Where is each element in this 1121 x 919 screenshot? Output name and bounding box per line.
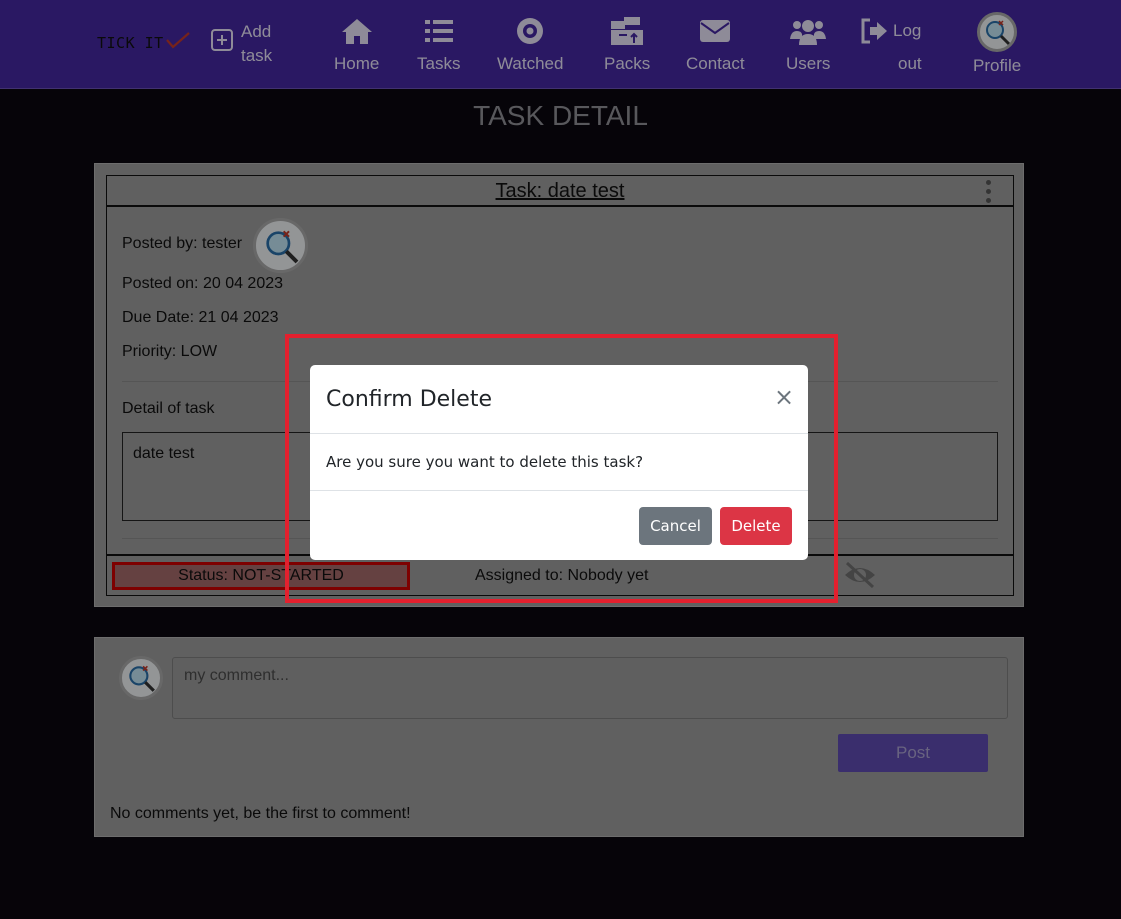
delete-button[interactable]: Delete	[720, 507, 792, 545]
close-icon[interactable]: ×	[774, 383, 794, 411]
confirm-delete-modal: Confirm Delete × Are you sure you want t…	[310, 365, 808, 560]
modal-body: Are you sure you want to delete this tas…	[310, 434, 808, 491]
modal-title: Confirm Delete	[326, 387, 492, 412]
modal-header: Confirm Delete ×	[310, 365, 808, 434]
cancel-button[interactable]: Cancel	[639, 507, 712, 545]
